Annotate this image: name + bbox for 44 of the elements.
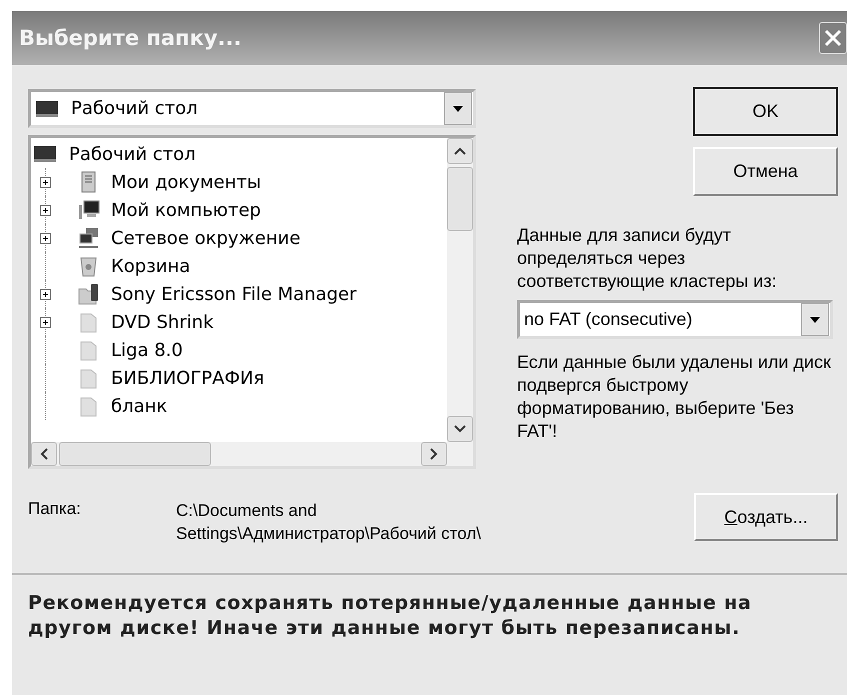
caret-icon (453, 106, 463, 112)
close-icon (824, 29, 842, 47)
hint-text: Если данные были удалены или диск подвергся быстрому форматированию, выберите 'Без FAT'! (517, 351, 832, 443)
tree-item[interactable]: БИБЛИОГРАФИя (33, 364, 447, 392)
folder-label: Папка: (28, 499, 82, 519)
tree-item[interactable]: Сетевое окружение (33, 224, 447, 252)
dropdown-button[interactable] (444, 92, 472, 125)
scroll-left-button[interactable] (31, 442, 57, 466)
expand-toggle[interactable] (40, 316, 51, 328)
tree-item[interactable]: бланк (33, 392, 447, 420)
expand-toggle[interactable] (40, 176, 51, 188)
location-combo[interactable]: Рабочий стол (28, 89, 476, 128)
phone-folder-icon (77, 283, 101, 305)
expand-toggle[interactable] (40, 204, 51, 216)
monitor-icon (33, 143, 57, 165)
window-title: Выберите папку... (19, 26, 242, 50)
tree-item[interactable]: Рабочий стол (33, 140, 447, 168)
scroll-down-button[interactable] (447, 416, 473, 442)
scroll-right-button[interactable] (421, 442, 447, 466)
scroll-thumb[interactable] (447, 167, 473, 231)
folder-path: C:\Documents and Settings\Администратор\Рабочий стол\ (176, 500, 482, 545)
cluster-label: Данные для записи будут определяться через соответствующие кластеры из: (517, 224, 778, 293)
caret-icon (810, 316, 820, 322)
vertical-scrollbar[interactable] (447, 138, 473, 442)
tree-item[interactable]: Мои документы (33, 168, 447, 196)
network-icon (77, 227, 101, 249)
horizontal-scrollbar[interactable] (31, 442, 473, 466)
expand-toggle[interactable] (40, 288, 51, 300)
warning-text: Рекомендуется сохранять потерянные/удаленные данные на другом диске! Иначе эти данные могут быть перезаписаны. (28, 591, 753, 641)
cancel-button[interactable]: Отмена (693, 147, 838, 196)
computer-icon (77, 199, 101, 221)
tree-item[interactable]: Мой компьютер (33, 196, 447, 224)
tree-item[interactable]: Корзина (33, 252, 447, 280)
scroll-up-button[interactable] (447, 138, 473, 164)
cluster-combo[interactable]: no FAT (consecutive) (517, 300, 833, 339)
dropdown-button[interactable] (801, 303, 829, 336)
expand-toggle[interactable] (40, 232, 51, 244)
tree-item[interactable]: Sony Ericsson File Manager (33, 280, 447, 308)
create-button[interactable]: Создать... (694, 493, 838, 541)
close-button[interactable] (819, 22, 847, 54)
scroll-thumb[interactable] (59, 442, 211, 466)
tree-item[interactable]: Liga 8.0 (33, 336, 447, 364)
ok-button[interactable]: OK (693, 87, 838, 136)
tree-item[interactable]: DVD Shrink (33, 308, 447, 336)
